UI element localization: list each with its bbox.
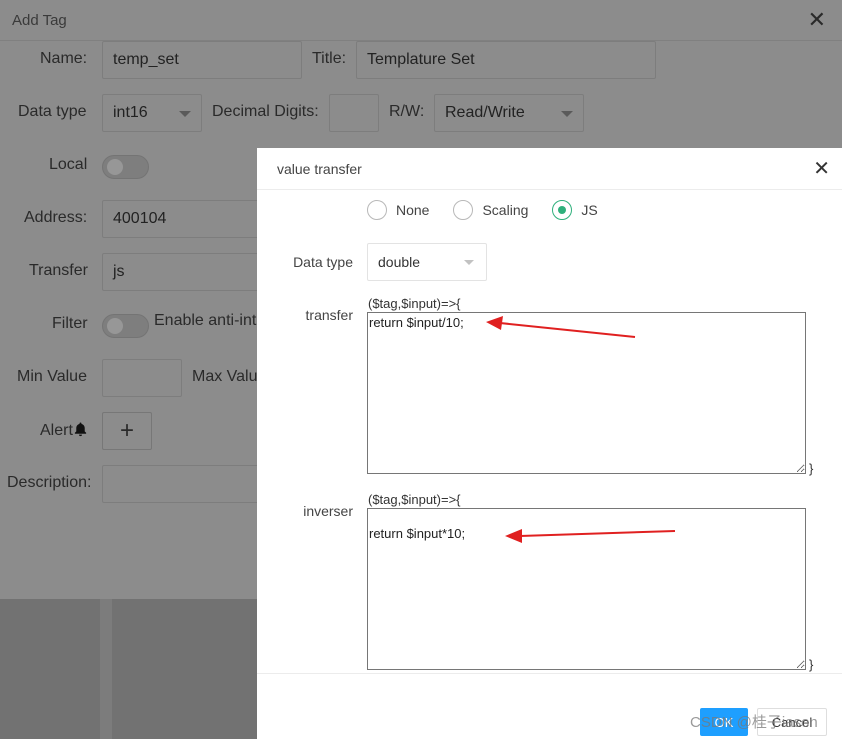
min-value-label: Min Value: [17, 368, 87, 385]
modal-header: value transfer ✕: [257, 148, 842, 190]
chevron-down-icon: [561, 111, 573, 117]
radio-checked-icon: [552, 200, 573, 220]
add-tag-title: Add Tag: [12, 12, 67, 29]
radio-circle-icon: [453, 200, 474, 220]
transfer-mode-radio-group: None Scaling JS: [367, 200, 622, 220]
modal-data-type-value: double: [378, 254, 421, 270]
inverser-code-textarea[interactable]: [367, 508, 806, 670]
address-label: Address:: [24, 209, 88, 226]
title-label: Title:: [312, 50, 347, 67]
add-alert-button[interactable]: +: [102, 412, 152, 450]
rw-label: R/W:: [389, 103, 425, 120]
filter-text: Enable anti-int: [154, 312, 257, 329]
inverser-code-label: inverser: [303, 503, 353, 519]
name-label: Name:: [40, 50, 88, 67]
modal-title: value transfer: [277, 161, 362, 177]
transfer-code-header: ($tag,$input)=>{: [368, 296, 461, 311]
radio-label: JS: [581, 202, 598, 218]
close-icon[interactable]: ✕: [813, 159, 830, 179]
transfer-select[interactable]: js: [102, 253, 262, 291]
transfer-code-label: transfer: [305, 307, 353, 323]
min-value-input[interactable]: [102, 359, 182, 397]
close-icon[interactable]: ✕: [808, 9, 826, 31]
title-input[interactable]: Templature Set: [356, 41, 656, 79]
bell-icon: [74, 422, 87, 437]
rw-select[interactable]: Read/Write: [434, 94, 584, 132]
transfer-code-close: }: [809, 461, 814, 476]
filter-label: Filter: [52, 315, 88, 332]
max-value-label: Max Valu: [192, 368, 258, 385]
chevron-down-icon: [179, 111, 191, 117]
chevron-down-icon: [464, 260, 474, 265]
modal-data-type-select[interactable]: double: [367, 243, 487, 281]
value-transfer-modal: value transfer ✕ None Scaling JS Data ty…: [257, 148, 842, 739]
description-label: Description:: [7, 474, 92, 491]
alert-label: Alert: [40, 421, 88, 440]
data-type-value: int16: [113, 104, 148, 121]
data-type-select[interactable]: int16: [102, 94, 202, 132]
filter-toggle[interactable]: [102, 314, 149, 338]
modal-footer-divider: [257, 673, 842, 674]
decimal-digits-label: Decimal Digits:: [212, 103, 319, 120]
data-type-label: Data type: [18, 103, 87, 120]
decimal-digits-input[interactable]: [329, 94, 379, 132]
radio-circle-icon: [367, 200, 387, 220]
radio-label: Scaling: [482, 202, 529, 218]
add-tag-header: Add Tag ✕: [0, 0, 842, 41]
transfer-label: Transfer: [29, 262, 88, 279]
local-toggle[interactable]: [102, 155, 149, 179]
radio-label: None: [396, 202, 430, 218]
description-input[interactable]: [102, 465, 262, 503]
watermark: CSDN @桂子iason: [690, 714, 818, 731]
inverser-code-close: }: [809, 657, 814, 672]
background-divider: [100, 599, 112, 739]
radio-scaling[interactable]: Scaling: [453, 200, 528, 220]
transfer-code-textarea[interactable]: [367, 312, 806, 474]
address-input[interactable]: 400104: [102, 200, 262, 238]
local-label: Local: [49, 156, 88, 173]
radio-none[interactable]: None: [367, 200, 429, 220]
radio-js[interactable]: JS: [552, 200, 598, 220]
alert-text: Alert: [40, 422, 73, 439]
rw-value: Read/Write: [445, 104, 525, 121]
name-input[interactable]: temp_set: [102, 41, 302, 79]
inverser-code-header: ($tag,$input)=>{: [368, 492, 461, 507]
modal-data-type-label: Data type: [293, 254, 353, 270]
